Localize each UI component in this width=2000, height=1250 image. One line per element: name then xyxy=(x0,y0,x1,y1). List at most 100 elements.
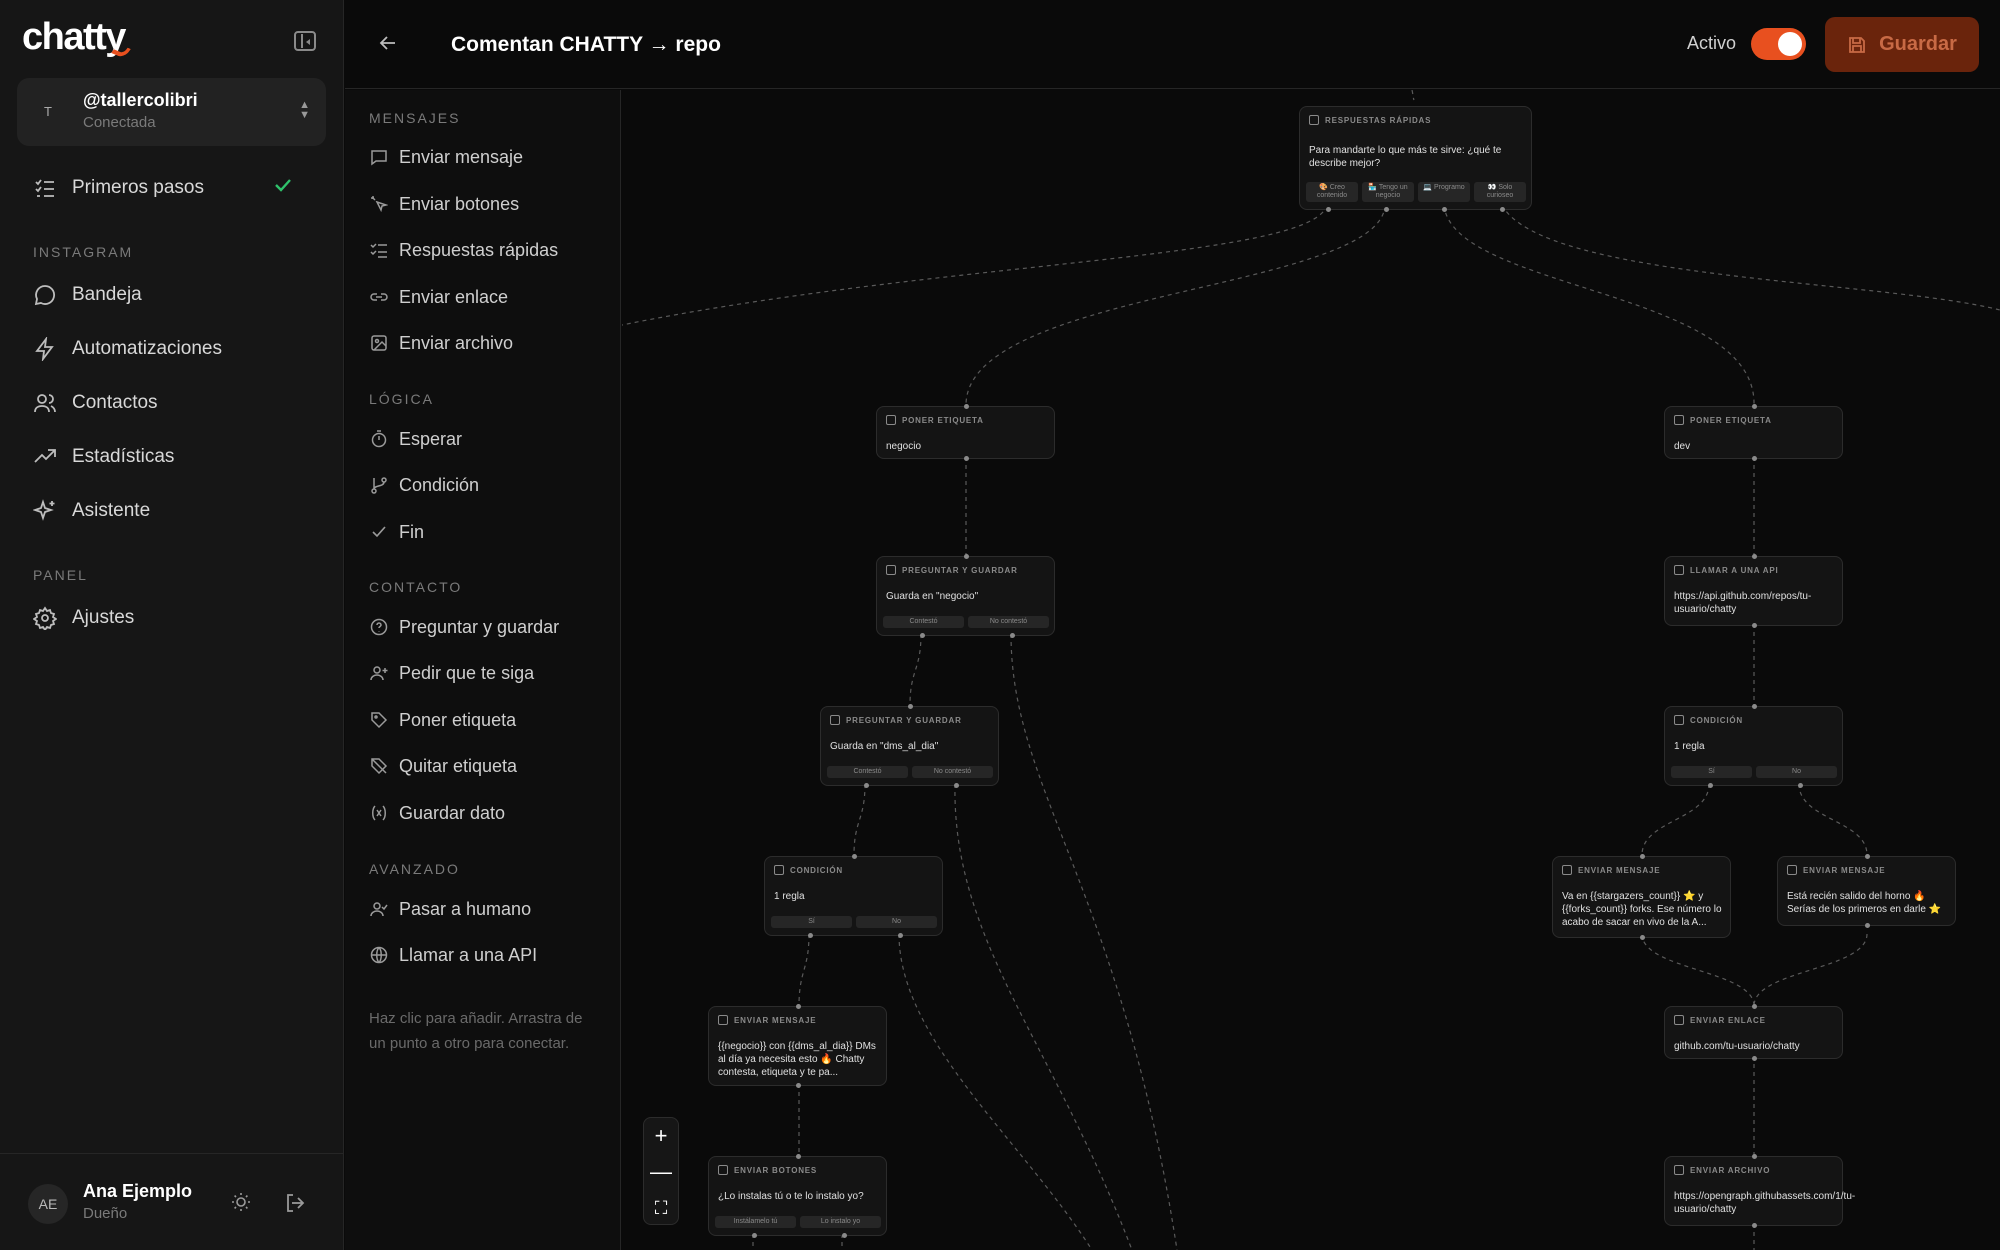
chatty-logo[interactable]: chatty xyxy=(22,16,131,59)
input-handle[interactable] xyxy=(964,554,969,559)
input-handle[interactable] xyxy=(1752,1004,1757,1009)
input-handle[interactable] xyxy=(1865,854,1870,859)
input-handle[interactable] xyxy=(852,854,857,859)
zoom-out-button[interactable]: — xyxy=(644,1154,678,1190)
output-handle[interactable] xyxy=(1752,456,1757,461)
logout-icon[interactable] xyxy=(284,1192,306,1219)
palette-item-respuestas-rapidas[interactable]: Respuestas rápidas xyxy=(369,233,558,267)
output-handle[interactable] xyxy=(842,1233,847,1238)
option-chip[interactable]: 🎨 Creo contenido xyxy=(1306,182,1358,202)
input-handle[interactable] xyxy=(1752,404,1757,409)
output-handle[interactable] xyxy=(808,933,813,938)
output-handle[interactable] xyxy=(796,1083,801,1088)
save-button[interactable]: Guardar xyxy=(1825,17,1979,72)
output-handle[interactable] xyxy=(1752,1056,1757,1061)
palette-item-quitar-etiqueta[interactable]: Quitar etiqueta xyxy=(369,749,517,783)
node-preguntar-y-guardar[interactable]: PREGUNTAR Y GUARDAR Guarda en "dms_al_di… xyxy=(820,704,999,788)
palette-item-enviar-botones[interactable]: Enviar botones xyxy=(369,187,519,221)
input-handle[interactable] xyxy=(1752,1154,1757,1159)
node-enviar-mensaje[interactable]: ENVIAR MENSAJE Va en {{stargazers_count}… xyxy=(1552,854,1731,940)
account-avatar: T xyxy=(44,104,52,119)
node-enviar-mensaje[interactable]: ENVIAR MENSAJE {{negocio}} con {{dms_al_… xyxy=(708,1004,887,1088)
palette-item-fin[interactable]: Fin xyxy=(369,515,424,549)
palette-item-poner-etiqueta[interactable]: Poner etiqueta xyxy=(369,703,516,737)
input-handle[interactable] xyxy=(1752,554,1757,559)
output-handle[interactable] xyxy=(1798,783,1803,788)
input-handle[interactable] xyxy=(796,1004,801,1009)
option-chip[interactable]: Contestó xyxy=(883,616,964,628)
input-handle[interactable] xyxy=(796,1154,801,1159)
option-chip[interactable]: Sí xyxy=(1671,766,1752,778)
input-handle[interactable] xyxy=(964,404,969,409)
option-chip[interactable]: 👀 Solo curioseo xyxy=(1474,182,1526,202)
output-handle[interactable] xyxy=(752,1233,757,1238)
palette-item-esperar[interactable]: Esperar xyxy=(369,422,462,456)
node-preguntar-y-guardar[interactable]: PREGUNTAR Y GUARDAR Guarda en "negocio" … xyxy=(876,554,1055,638)
palette-item-pedir-que-te-siga[interactable]: Pedir que te siga xyxy=(369,656,534,690)
palette-item-guardar-dato[interactable]: Guardar dato xyxy=(369,796,505,830)
output-handle[interactable] xyxy=(1752,1223,1757,1228)
option-chip[interactable]: Sí xyxy=(771,916,852,928)
account-switcher[interactable]: T @tallercolibri Conectada ▲ ▼ xyxy=(17,78,326,146)
palette-item-condicion[interactable]: Condición xyxy=(369,468,479,502)
sidebar-item-asistente[interactable]: Asistente xyxy=(32,491,322,531)
option-chip[interactable]: Lo instalo yo xyxy=(800,1216,881,1228)
node-options: Instálamelo tú Lo instalo yo xyxy=(715,1216,881,1228)
theme-toggle-sun-icon[interactable] xyxy=(231,1192,251,1217)
node-poner-etiqueta[interactable]: PONER ETIQUETA negocio xyxy=(876,404,1055,461)
output-handle[interactable] xyxy=(1384,207,1389,212)
option-chip[interactable]: Contestó xyxy=(827,766,908,778)
sidebar-item-primeros-pasos[interactable]: Primeros pasos xyxy=(32,168,322,208)
node-condicion[interactable]: CONDICIÓN 1 regla Sí No xyxy=(1664,704,1843,788)
output-handle[interactable] xyxy=(1708,783,1713,788)
node-llamar-a-una-api[interactable]: LLAMAR A UNA API https://api.github.com/… xyxy=(1664,554,1843,628)
output-handle[interactable] xyxy=(1752,623,1757,628)
option-chip[interactable]: No xyxy=(856,916,937,928)
input-handle[interactable] xyxy=(1752,704,1757,709)
output-handle[interactable] xyxy=(898,933,903,938)
zoom-in-button[interactable]: + xyxy=(644,1118,678,1154)
back-arrow-icon[interactable] xyxy=(378,33,398,58)
option-chip[interactable]: No xyxy=(1756,766,1837,778)
node-enviar-enlace[interactable]: ENVIAR ENLACE github.com/tu-usuario/chat… xyxy=(1664,1004,1843,1061)
sidebar-item-ajustes[interactable]: Ajustes xyxy=(32,598,322,638)
output-handle[interactable] xyxy=(1865,923,1870,928)
palette-item-enviar-mensaje[interactable]: Enviar mensaje xyxy=(369,140,523,174)
option-chip[interactable]: 💻 Programo xyxy=(1418,182,1470,202)
palette-item-pasar-a-humano[interactable]: Pasar a humano xyxy=(369,892,531,926)
flow-title[interactable]: Comentan CHATTY → repo xyxy=(451,33,721,57)
sidebar-item-automatizaciones[interactable]: Automatizaciones xyxy=(32,329,322,369)
option-chip[interactable]: No contestó xyxy=(968,616,1049,628)
palette-item-preguntar-y-guardar[interactable]: Preguntar y guardar xyxy=(369,610,559,644)
input-handle[interactable] xyxy=(1640,854,1645,859)
active-toggle[interactable] xyxy=(1751,28,1806,60)
node-respuestas-rapidas[interactable]: RESPUESTAS RÁPIDAS Para mandarte lo que … xyxy=(1299,106,1532,212)
sidebar-item-contactos[interactable]: Contactos xyxy=(32,383,322,423)
output-handle[interactable] xyxy=(964,456,969,461)
collapse-sidebar-icon[interactable] xyxy=(294,31,316,51)
sidebar-item-estadisticas[interactable]: Estadísticas xyxy=(32,437,322,477)
node-condicion[interactable]: CONDICIÓN 1 regla Sí No xyxy=(764,854,943,938)
input-handle[interactable] xyxy=(908,704,913,709)
node-enviar-botones[interactable]: ENVIAR BOTONES ¿Lo instalas tú o te lo i… xyxy=(708,1154,887,1238)
option-chip[interactable]: Instálamelo tú xyxy=(715,1216,796,1228)
output-handle[interactable] xyxy=(1442,207,1447,212)
sidebar-item-bandeja[interactable]: Bandeja xyxy=(32,275,322,315)
node-poner-etiqueta[interactable]: PONER ETIQUETA dev xyxy=(1664,404,1843,461)
output-handle[interactable] xyxy=(920,633,925,638)
output-handle[interactable] xyxy=(1326,207,1331,212)
node-enviar-mensaje[interactable]: ENVIAR MENSAJE Está recién salido del ho… xyxy=(1777,854,1956,928)
node-enviar-archivo[interactable]: ENVIAR ARCHIVO https://opengraph.githuba… xyxy=(1664,1154,1855,1228)
output-handle[interactable] xyxy=(954,783,959,788)
output-handle[interactable] xyxy=(1640,935,1645,940)
palette-item-enviar-archivo[interactable]: Enviar archivo xyxy=(369,326,513,360)
fit-view-button[interactable]: ⛶ xyxy=(644,1190,678,1226)
palette-item-llamar-a-una-api[interactable]: Llamar a una API xyxy=(369,938,537,972)
output-handle[interactable] xyxy=(864,783,869,788)
option-chip[interactable]: No contestó xyxy=(912,766,993,778)
palette-item-enviar-enlace[interactable]: Enviar enlace xyxy=(369,280,508,314)
output-handle[interactable] xyxy=(1500,207,1505,212)
flow-canvas[interactable]: RESPUESTAS RÁPIDAS Para mandarte lo que … xyxy=(622,90,2000,1250)
option-chip[interactable]: 🏪 Tengo un negocio xyxy=(1362,182,1414,202)
output-handle[interactable] xyxy=(1010,633,1015,638)
